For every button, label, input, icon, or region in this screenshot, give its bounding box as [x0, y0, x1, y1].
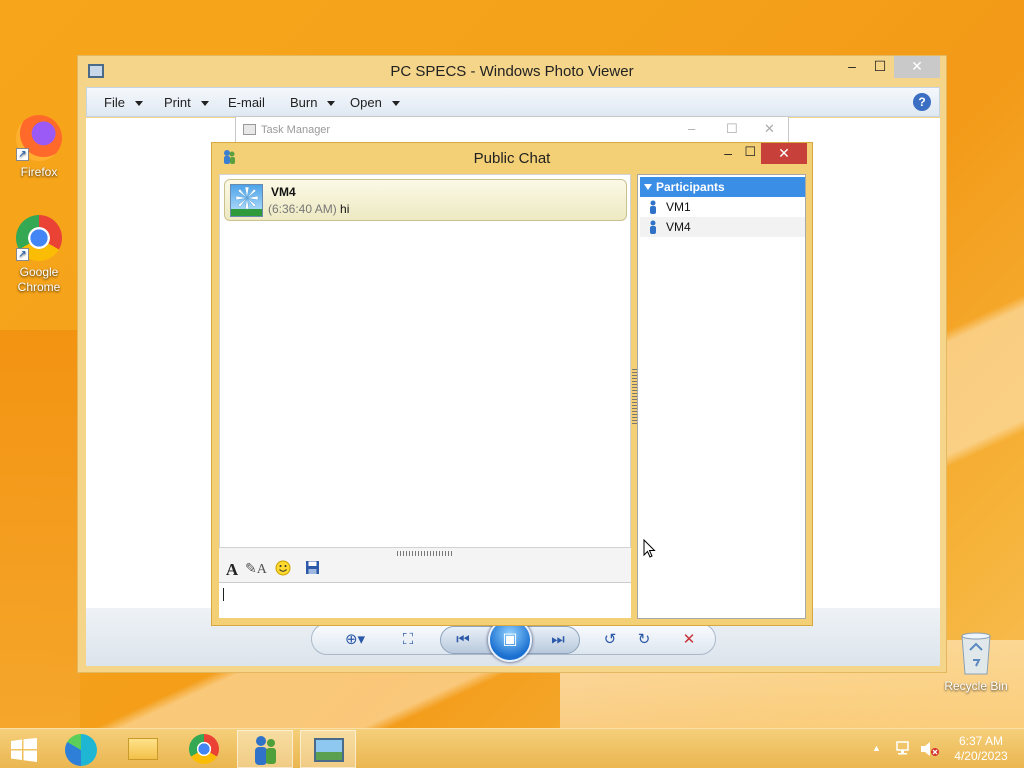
- actual-size-icon[interactable]: ⛶: [396, 629, 420, 651]
- chat-message: VM4 (6:36:40 AM) hi: [224, 179, 627, 221]
- menu-print[interactable]: Print: [164, 95, 209, 110]
- start-button[interactable]: [0, 730, 56, 768]
- chat-titlebar[interactable]: Public Chat – ☐ ✕: [212, 143, 812, 173]
- close-button[interactable]: ✕: [894, 56, 940, 78]
- window-title: PC SPECS - Windows Photo Viewer: [390, 63, 634, 80]
- message-text: hi: [340, 202, 350, 216]
- minimize-button[interactable]: –: [838, 56, 866, 78]
- rotate-clockwise-icon[interactable]: ↻: [632, 629, 656, 651]
- desktop-icon-label: Recycle Bin: [944, 679, 1008, 693]
- taskbar-file-explorer[interactable]: [115, 730, 171, 768]
- participant-item[interactable]: VM1: [640, 197, 805, 217]
- chevron-down-icon: [391, 101, 400, 107]
- maximize-button[interactable]: ☐: [726, 121, 738, 137]
- person-icon: [650, 200, 656, 214]
- menu-email[interactable]: E-mail: [228, 95, 265, 110]
- chat-app-icon: [255, 736, 276, 765]
- maximize-button[interactable]: ☐: [866, 56, 894, 78]
- system-clock[interactable]: 6:37 AM 4/20/2023: [948, 734, 1014, 764]
- previous-icon[interactable]: ⏮: [451, 629, 475, 651]
- maximize-button[interactable]: ☐: [744, 144, 756, 160]
- desktop-icon-label: Firefox: [20, 165, 58, 179]
- taskbar: ▲ 6:37 AM 4/20/2023: [0, 728, 1024, 768]
- save-icon[interactable]: [302, 560, 322, 580]
- collapse-triangle-icon: [644, 184, 652, 190]
- desktop-icon-label: Google Chrome: [17, 265, 61, 294]
- minimize-button[interactable]: –: [688, 121, 695, 136]
- recycle-bin-icon: [961, 632, 991, 675]
- file-explorer-icon: [128, 738, 158, 760]
- pinwheel-avatar-icon: [231, 186, 262, 216]
- chevron-down-icon: [327, 101, 336, 107]
- menu-file[interactable]: File: [104, 95, 143, 110]
- message-timestamp: (6:36:40 AM): [268, 202, 337, 216]
- task-manager-icon: [243, 124, 256, 135]
- start-icon: [11, 738, 37, 762]
- participant-item[interactable]: VM4: [640, 217, 805, 237]
- photo-viewer-titlebar[interactable]: PC SPECS - Windows Photo Viewer – ☐ ✕: [78, 56, 946, 86]
- minimize-button[interactable]: –: [724, 145, 732, 161]
- mouse-pointer-icon: [643, 539, 656, 558]
- menu-open[interactable]: Open: [350, 95, 400, 110]
- delete-icon[interactable]: ✕: [677, 629, 701, 651]
- edge-icon: [65, 734, 97, 766]
- firefox-icon: ↗: [16, 115, 62, 161]
- shortcut-arrow-icon: ↗: [16, 148, 29, 161]
- show-hidden-icons-icon[interactable]: ▲: [872, 743, 881, 768]
- text-cursor: [223, 588, 224, 601]
- emoticon-icon[interactable]: [273, 560, 293, 580]
- clock-time: 6:37 AM: [958, 734, 1004, 748]
- close-button[interactable]: ✕: [764, 121, 775, 137]
- participants-header[interactable]: Participants: [640, 177, 805, 197]
- taskbar-chat[interactable]: [237, 730, 293, 768]
- message-input[interactable]: [219, 582, 631, 618]
- message-sender: VM4: [271, 185, 296, 199]
- desktop-icon-recycle-bin[interactable]: Recycle Bin: [940, 630, 1012, 693]
- taskbar-photo-viewer[interactable]: [300, 730, 356, 768]
- text-color-icon[interactable]: ✎A: [245, 560, 267, 580]
- desktop-wallpaper-shape: [0, 330, 80, 730]
- message-history[interactable]: VM4 (6:36:40 AM) hi: [219, 174, 631, 548]
- photo-viewer-icon: [314, 738, 344, 762]
- next-icon[interactable]: ⏭: [546, 629, 570, 651]
- taskbar-edge[interactable]: [54, 730, 110, 768]
- menu-burn[interactable]: Burn: [290, 95, 336, 110]
- splitter-grip-icon: [397, 551, 452, 556]
- participants-panel[interactable]: Participants VM1 VM4: [637, 174, 806, 619]
- taskbar-chrome[interactable]: [176, 730, 232, 768]
- horizontal-splitter[interactable]: [219, 548, 631, 558]
- chevron-down-icon: [200, 101, 209, 107]
- person-icon: [650, 220, 656, 234]
- help-icon[interactable]: ?: [913, 93, 931, 111]
- avatar: [230, 184, 263, 217]
- rotate-counterclockwise-icon[interactable]: ↺: [598, 629, 622, 651]
- font-icon[interactable]: A: [222, 560, 242, 580]
- shortcut-arrow-icon: ↗: [16, 248, 29, 261]
- playback-controls: ⊕▾ ⛶ ⏮ ⏭ ▣ ↺ ↻ ✕: [311, 618, 716, 662]
- task-manager-title: Task Manager: [261, 124, 331, 136]
- public-chat-window[interactable]: Public Chat – ☐ ✕ VM4 (6:36:40 AM) hi A …: [211, 142, 813, 626]
- message-body: (6:36:40 AM) hi: [268, 202, 349, 216]
- chevron-down-icon: [134, 101, 143, 107]
- chrome-icon: [189, 734, 219, 764]
- clock-date: 4/20/2023: [954, 749, 1008, 763]
- volume-muted-icon[interactable]: [920, 741, 940, 757]
- zoom-icon[interactable]: ⊕▾: [338, 629, 372, 651]
- close-button[interactable]: ✕: [761, 143, 807, 164]
- desktop-icon-chrome[interactable]: ↗ Google Chrome: [4, 215, 74, 295]
- format-toolbar: A ✎A: [219, 558, 631, 582]
- network-icon[interactable]: [896, 741, 914, 757]
- chat-title: Public Chat: [473, 150, 551, 167]
- photo-viewer-menubar: File Print E-mail Burn Open ?: [86, 87, 940, 117]
- chrome-icon: ↗: [16, 215, 62, 261]
- desktop-icon-firefox[interactable]: ↗ Firefox: [4, 115, 74, 180]
